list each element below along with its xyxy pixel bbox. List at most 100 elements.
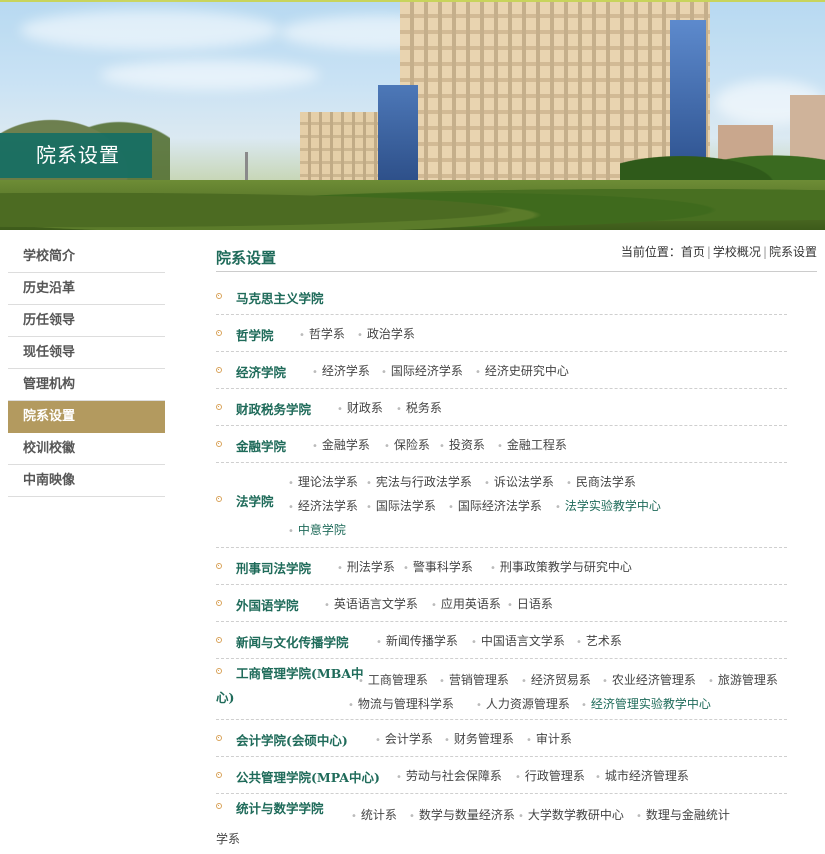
sidebar-item[interactable]: 中南映像: [8, 465, 165, 497]
sidebar-item[interactable]: 院系设置: [8, 401, 165, 433]
department-link[interactable]: 税务系: [396, 399, 442, 416]
sidebar-item[interactable]: 管理机构: [8, 369, 165, 401]
college-list: 马克思主义学院哲学院 哲学系政治学系经济学院 经济学系国际经济学系经济史研究中心财政…: [216, 278, 787, 854]
department-link[interactable]: 营销管理系: [439, 671, 509, 688]
department-link[interactable]: 物流与管理科学系: [348, 695, 454, 712]
department-link[interactable]: 中国语言文学系: [471, 632, 565, 649]
department-link[interactable]: 统计系: [351, 806, 397, 823]
department-link[interactable]: 行政管理系: [515, 767, 585, 784]
bullet-icon: [216, 772, 222, 778]
bullet-icon: [216, 735, 222, 741]
department-link[interactable]: 英语语言文学系: [324, 595, 418, 612]
department-link[interactable]: 农业经济管理系: [602, 671, 696, 688]
bullet-icon: [216, 600, 222, 606]
cloud: [100, 60, 320, 90]
department-link[interactable]: 经济贸易系: [521, 671, 591, 688]
department-link[interactable]: 金融学系: [312, 436, 370, 453]
department-link[interactable]: 中意学院: [288, 521, 346, 538]
college-link[interactable]: 法学院: [236, 491, 274, 510]
college-link[interactable]: 经济学院: [236, 362, 286, 381]
department-link[interactable]: 刑法学系: [337, 558, 395, 575]
department-link[interactable]: 诉讼法学系: [484, 473, 554, 490]
college-row: 马克思主义学院: [216, 278, 787, 315]
department-link[interactable]: 刑事政策教学与研究中心: [490, 558, 632, 575]
department-link[interactable]: 大学数学教研中心: [518, 806, 624, 823]
department-link[interactable]: 国际经济学系: [381, 362, 463, 379]
college-link[interactable]: 金融学院: [236, 436, 286, 455]
breadcrumb-prefix: 当前位置：: [620, 245, 681, 259]
college-row: 外国语学院 英语语言文学系应用英语系日语系: [216, 585, 787, 622]
bullet-icon: [216, 404, 222, 410]
department-link[interactable]: 经济管理实验教学中心: [581, 695, 711, 712]
breadcrumb-home[interactable]: 首页: [681, 245, 705, 259]
department-link[interactable]: 国际法学系: [366, 497, 436, 514]
department-link[interactable]: 经济史研究中心: [475, 362, 569, 379]
department-link[interactable]: 财务管理系: [444, 730, 514, 747]
department-link[interactable]: 政治学系: [357, 325, 415, 342]
bullet-icon: [216, 637, 222, 643]
sidebar-item[interactable]: 现任领导: [8, 337, 165, 369]
college-link[interactable]: 新闻与文化传播学院: [236, 632, 349, 651]
department-link[interactable]: 金融工程系: [497, 436, 567, 453]
department-link[interactable]: 国际经济法学系: [448, 497, 542, 514]
department-link[interactable]: 应用英语系: [431, 595, 501, 612]
department-link[interactable]: 劳动与社会保障系: [396, 767, 502, 784]
department-link[interactable]: 民商法学系: [566, 473, 636, 490]
bullet-icon: [216, 496, 222, 502]
breadcrumb: 当前位置：首页 | 学校概况 | 院系设置: [620, 245, 817, 259]
department-link[interactable]: 警事科学系: [403, 558, 473, 575]
department-link[interactable]: 会计学系: [375, 730, 433, 747]
sidebar-item[interactable]: 历史沿革: [8, 273, 165, 305]
college-link[interactable]: 工商管理学院(MBA中: [236, 663, 364, 682]
department-link[interactable]: 理论法学系: [288, 473, 358, 490]
breadcrumb-current[interactable]: 院系设置: [769, 245, 817, 259]
department-link[interactable]: 工商管理系: [358, 671, 428, 688]
bullet-icon: [216, 563, 222, 569]
sidebar-item[interactable]: 学校简介: [8, 241, 165, 273]
department-link-continued[interactable]: 学系: [216, 830, 240, 847]
college-row: 财政税务学院 财政系税务系: [216, 389, 787, 426]
department-link[interactable]: 哲学系: [299, 325, 345, 342]
sidebar-item[interactable]: 校训校徽: [8, 433, 165, 465]
department-link[interactable]: 艺术系: [576, 632, 622, 649]
bullet-icon: [216, 803, 222, 809]
bullet-icon: [216, 367, 222, 373]
banner: 院系设置: [0, 0, 825, 230]
college-link[interactable]: 马克思主义学院: [236, 288, 324, 307]
bullet-icon: [216, 668, 222, 674]
breadcrumb-school-overview[interactable]: 学校概况: [713, 245, 761, 259]
department-link[interactable]: 城市经济管理系: [595, 767, 689, 784]
sidebar-item[interactable]: 历任领导: [8, 305, 165, 337]
college-link[interactable]: 哲学院: [236, 325, 274, 344]
department-link[interactable]: 法学实验教学中心: [555, 497, 661, 514]
department-link[interactable]: 人力资源管理系: [476, 695, 570, 712]
department-link[interactable]: 审计系: [526, 730, 572, 747]
college-link[interactable]: 刑事司法学院: [236, 558, 311, 577]
department-link[interactable]: 宪法与行政法学系: [366, 473, 472, 490]
college-row: 刑事司法学院 刑法学系警事科学系刑事政策教学与研究中心: [216, 548, 787, 585]
cloud: [20, 10, 280, 50]
department-link[interactable]: 财政系: [337, 399, 383, 416]
college-link[interactable]: 会计学院(会硕中心): [236, 730, 348, 749]
college-link[interactable]: 财政税务学院: [236, 399, 311, 418]
department-link[interactable]: 经济法学系: [288, 497, 358, 514]
trees: [0, 180, 825, 230]
page-title: 院系设置: [216, 249, 277, 267]
college-row: 工商管理学院(MBA中心) 工商管理系营销管理系经济贸易系农业经济管理系旅游管理系…: [216, 659, 787, 720]
department-link[interactable]: 新闻传播学系: [376, 632, 458, 649]
department-link[interactable]: 经济学系: [312, 362, 370, 379]
college-link-continued[interactable]: 心): [216, 687, 234, 706]
college-link[interactable]: 统计与数学学院: [236, 798, 324, 817]
department-link[interactable]: 保险系: [384, 436, 430, 453]
department-link[interactable]: 数理与金融统计: [636, 806, 730, 823]
department-link[interactable]: 数学与数量经济系: [409, 806, 515, 823]
bullet-icon: [216, 330, 222, 336]
college-link[interactable]: 外国语学院: [236, 595, 299, 614]
college-row: 统计与数学学院 统计系数学与数量经济系大学数学教研中心数理与金融统计学系: [216, 794, 787, 854]
department-link[interactable]: 日语系: [507, 595, 553, 612]
college-link[interactable]: 公共管理学院(MPA中心): [236, 767, 380, 786]
bullet-icon: [216, 293, 222, 299]
department-link[interactable]: 投资系: [439, 436, 485, 453]
department-link[interactable]: 旅游管理系: [708, 671, 778, 688]
banner-title: 院系设置: [0, 133, 152, 178]
